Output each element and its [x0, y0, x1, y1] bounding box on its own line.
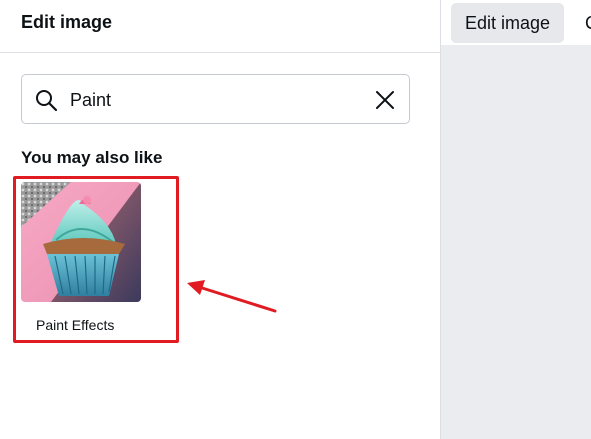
clear-search-button[interactable]	[371, 86, 399, 114]
tab-next[interactable]: C	[585, 3, 591, 43]
panel-title: Edit image	[21, 12, 113, 32]
close-icon	[376, 91, 394, 109]
highlight-box	[13, 176, 179, 343]
section-heading: You may also like	[21, 148, 163, 167]
arrow-icon	[187, 280, 277, 313]
search-box[interactable]	[21, 74, 410, 124]
editor-canvas	[441, 0, 591, 439]
edit-image-panel: Edit image You may also like	[0, 0, 441, 439]
top-toolbar: Edit image C	[441, 0, 591, 45]
search-input[interactable]	[70, 88, 360, 112]
search-icon	[36, 90, 58, 112]
panel-header: Edit image	[0, 0, 440, 53]
tab-edit-image[interactable]: Edit image	[451, 3, 565, 43]
